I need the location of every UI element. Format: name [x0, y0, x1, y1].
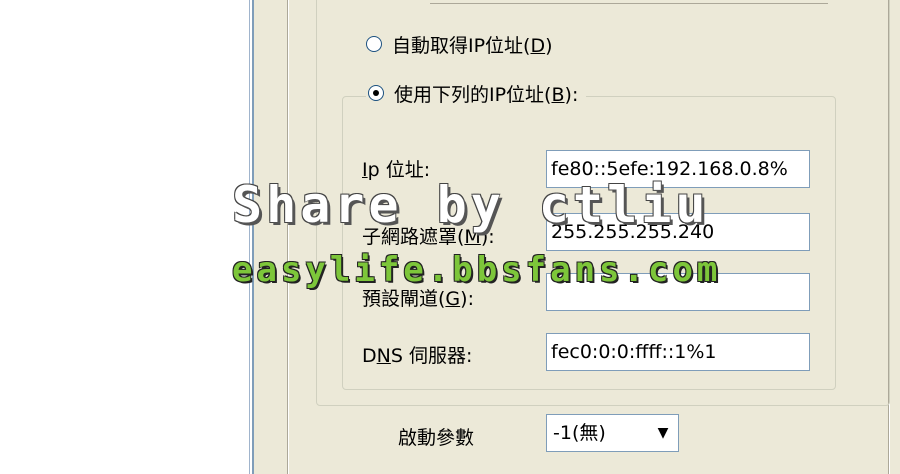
tab-area-edge [430, 0, 828, 4]
dns-server-field[interactable]: fec0:0:0:ffff::1%1 [546, 333, 810, 371]
startup-param-label: 啟動參數 [398, 427, 475, 449]
startup-param-value: -1(無) [553, 422, 606, 444]
dropdown-arrow-icon[interactable]: ▼ [649, 416, 677, 450]
dialog-border-light [288, 0, 289, 474]
dns-server-label: DNS 伺服器: [362, 345, 473, 367]
manual-ip-label: 使用下列的IP位址(B): [394, 83, 579, 106]
radio-selected-dot [373, 90, 379, 96]
manual-ip-radio[interactable] [368, 85, 384, 101]
watermark-site: easylife.bbsfans.com [232, 250, 722, 290]
manual-ip-option[interactable]: 使用下列的IP位址(B): [366, 79, 587, 107]
watermark-share: Share by ctliu [232, 176, 710, 234]
left-panel-edge [249, 0, 250, 474]
auto-ip-radio[interactable] [366, 36, 382, 52]
left-panel [0, 0, 254, 474]
auto-ip-label: 自動取得IP位址(D) [392, 34, 553, 57]
auto-ip-option[interactable]: 自動取得IP位址(D) [366, 30, 561, 58]
startup-param-select[interactable]: -1(無) ▼ [546, 414, 679, 452]
